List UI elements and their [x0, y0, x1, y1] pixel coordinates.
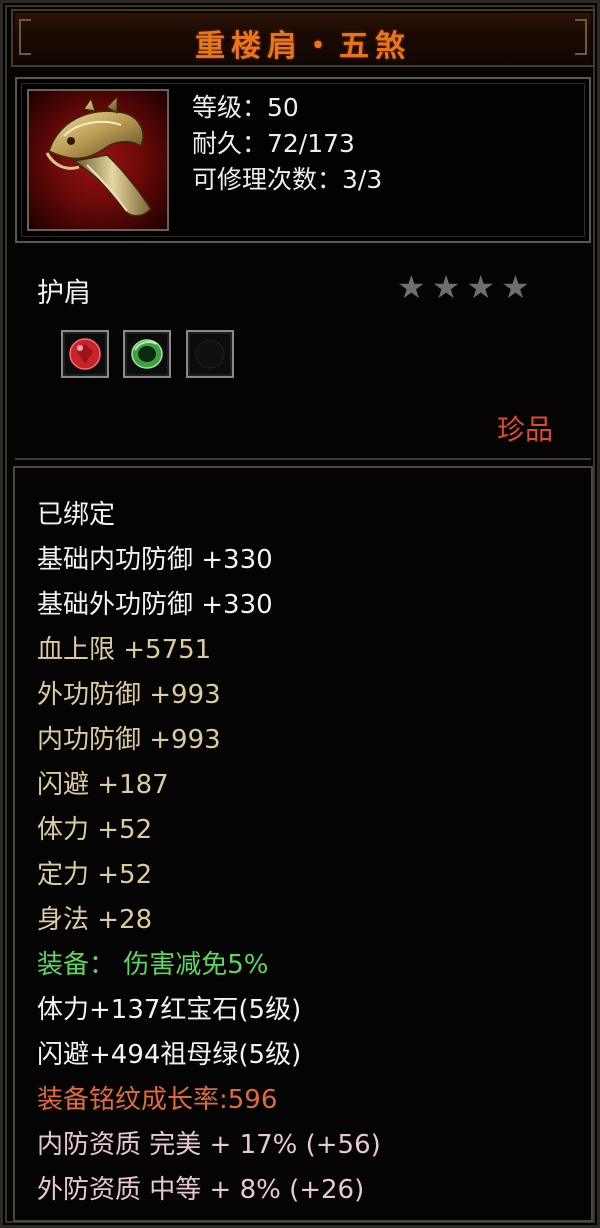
item-level: 等级：50 [192, 93, 299, 122]
section-divider [15, 458, 591, 460]
item-info-frame: 等级：50 耐久：72/173 可修理次数：3/3 [15, 77, 591, 243]
rarity-label: 珍品 [496, 413, 553, 446]
item-name: 重楼肩・五煞 [195, 29, 411, 64]
ruby-gem-icon [69, 338, 101, 370]
star-icon: ★ [431, 268, 461, 306]
equip-effect: 装备： 伤害减免5% [37, 950, 269, 980]
inner-defense: 内功防御 +993 [37, 725, 221, 755]
gem-bonus-1: 体力+137红宝石(5级) [37, 995, 302, 1025]
outer-defense-quality: 外防资质 中等 + 8% (+26) [37, 1175, 365, 1205]
outer-defense: 外功防御 +993 [37, 680, 221, 710]
dodge: 闪避 +187 [37, 770, 169, 800]
item-tooltip: 重楼肩・五煞 等级：50 耐久：72/173 可修理次数：3/3 护肩 ★ ★ … [0, 0, 600, 1228]
inner-defense-quality: 内防资质 完美 + 17% (+56) [37, 1130, 381, 1160]
focus: 定力 +52 [37, 860, 153, 890]
star-icon: ★ [501, 268, 530, 306]
shoulder-armor-icon [27, 89, 169, 231]
gem-bonus-2: 闪避+494祖母绿(5级) [37, 1040, 302, 1070]
gem-socket-2[interactable] [123, 330, 171, 378]
star-icon: ★ [466, 268, 496, 306]
item-durability: 耐久：72/173 [192, 129, 355, 158]
bound-status: 已绑定 [37, 500, 116, 530]
empty-socket-icon [195, 339, 225, 369]
agility: 身法 +28 [37, 905, 153, 935]
base-outer-defense: 基础外功防御 +330 [37, 590, 273, 620]
star-rating: ★ ★ ★ ★ [397, 271, 530, 303]
base-inner-defense: 基础内功防御 +330 [37, 545, 273, 575]
gem-socket-1[interactable] [61, 330, 109, 378]
item-repairs: 可修理次数：3/3 [192, 165, 383, 194]
growth-rate: 装备铭纹成长率:596 [37, 1085, 278, 1115]
star-icon: ★ [397, 268, 426, 306]
emerald-gem-icon [131, 339, 163, 369]
max-hp: 血上限 +5751 [37, 635, 212, 665]
title-bar: 重楼肩・五煞 [11, 9, 595, 67]
gem-socket-3[interactable] [186, 330, 234, 378]
stamina: 体力 +52 [37, 815, 153, 845]
item-type: 护肩 [37, 278, 91, 309]
